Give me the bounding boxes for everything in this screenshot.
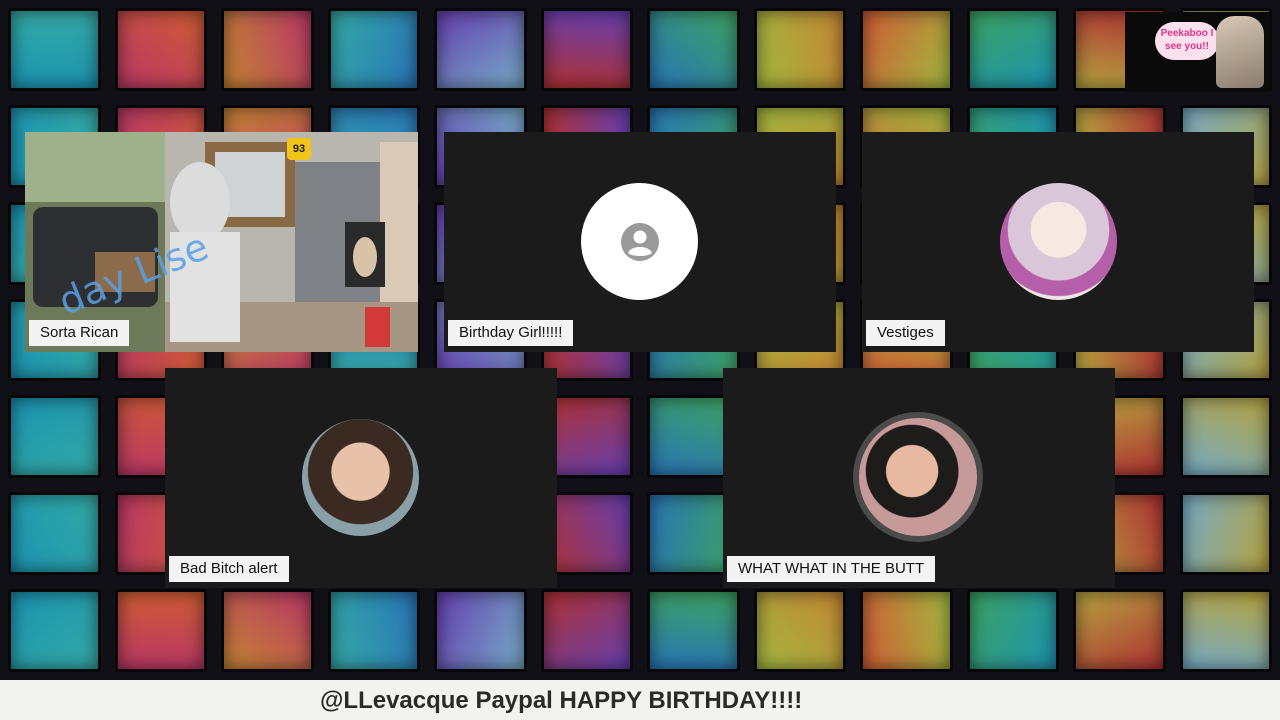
participant-tile-sorta-rican[interactable]: day Lise 93 Sorta Rican: [25, 132, 418, 352]
logo-photo: [1216, 16, 1264, 88]
background-screen: [540, 589, 633, 672]
background-screen: [8, 492, 101, 576]
profile-avatar: [302, 419, 419, 536]
logo-text: Peekaboo I see you!!: [1155, 22, 1219, 60]
background-screen: [434, 589, 527, 672]
background-screen: [966, 589, 1059, 672]
camera-feed: [25, 132, 418, 352]
participant-tile-birthday-girl[interactable]: Birthday Girl!!!!!: [444, 132, 836, 352]
background-screen: [1179, 492, 1272, 576]
background-screen: [1179, 395, 1272, 479]
participant-tile-what-what[interactable]: WHAT WHAT IN THE BUTT: [723, 368, 1115, 588]
background-screen: [647, 8, 740, 91]
user-icon: [620, 222, 659, 261]
background-screen: [1073, 589, 1166, 672]
background-screen: [221, 8, 314, 91]
participant-name: Bad Bitch alert: [169, 556, 289, 582]
station-badge: 93: [287, 138, 311, 160]
background-screen: [753, 589, 846, 672]
participant-tile-vestiges[interactable]: Vestiges: [862, 132, 1254, 352]
background-screen: [327, 8, 420, 91]
profile-avatar: [1000, 183, 1117, 300]
background-screen: [860, 589, 953, 672]
background-screen: [114, 589, 207, 672]
background-screen: [8, 395, 101, 479]
background-screen: [114, 8, 207, 91]
participant-name: Vestiges: [866, 320, 945, 346]
ticker-bar: @LLevacque Paypal HAPPY BIRTHDAY!!!!: [0, 680, 1280, 720]
background-screen: [540, 8, 633, 91]
participant-name: WHAT WHAT IN THE BUTT: [727, 556, 936, 582]
background-screen: [647, 589, 740, 672]
background-screen: [221, 589, 314, 672]
background-screen: [434, 8, 527, 91]
ticker-message: @LLevacque Paypal HAPPY BIRTHDAY!!!!: [320, 687, 803, 714]
participant-name: Sorta Rican: [29, 320, 130, 346]
background-screen: [966, 8, 1059, 91]
stream-logo-overlay: Peekaboo I see you!!: [1125, 12, 1270, 92]
participant-tile-bad-bitch-alert[interactable]: Bad Bitch alert: [165, 368, 557, 588]
default-avatar: [581, 183, 698, 300]
background-screen: [8, 8, 101, 91]
background-screen: [860, 8, 953, 91]
participant-name: Birthday Girl!!!!!: [448, 320, 574, 346]
background-screen: [753, 8, 846, 91]
background-screen: [8, 589, 101, 672]
background-screen: [327, 589, 420, 672]
background-screen: [1179, 589, 1272, 672]
profile-avatar-photo: [859, 418, 977, 536]
